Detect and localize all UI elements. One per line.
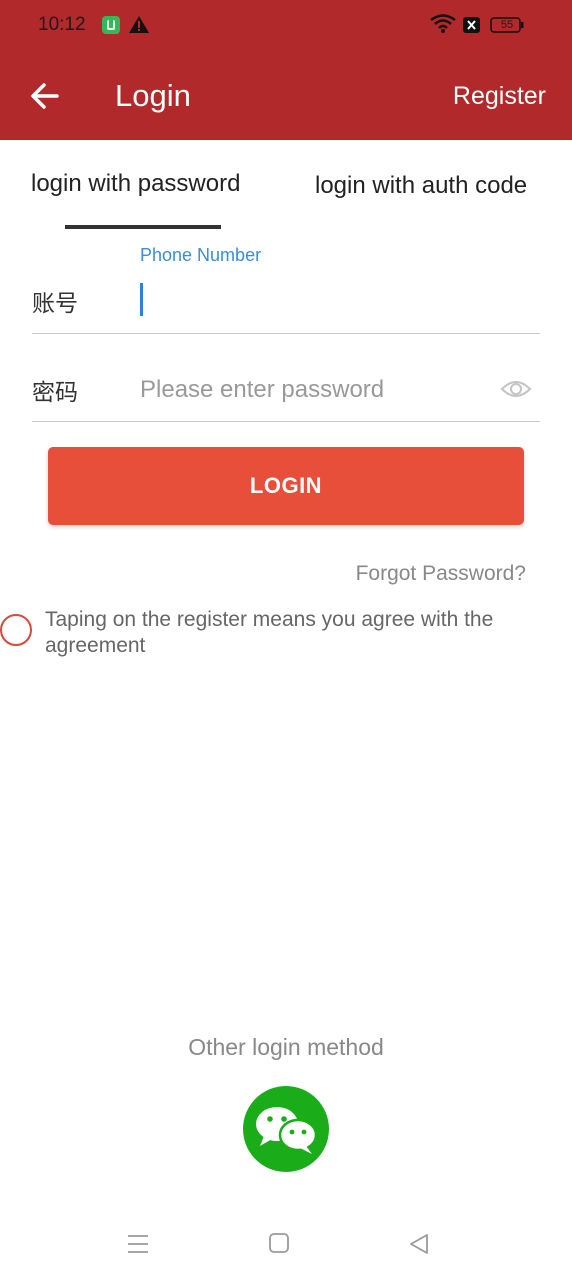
- password-label: 密码: [32, 379, 78, 405]
- arrow-left-icon[interactable]: [30, 82, 60, 110]
- agreement-text: Taping on the register means you agree w…: [45, 608, 494, 657]
- wechat-icon[interactable]: [243, 1086, 329, 1172]
- phone-number-input[interactable]: [146, 276, 526, 322]
- back-triangle-icon[interactable]: [408, 1232, 430, 1256]
- other-login-label: Other login method: [188, 1034, 384, 1060]
- text-cursor: [140, 283, 143, 316]
- app-header: [0, 0, 572, 140]
- agreement-radio[interactable]: [0, 614, 32, 646]
- battery-level: 55: [500, 19, 514, 31]
- phone-floating-label: Phone Number: [140, 245, 262, 265]
- forgot-password-link[interactable]: Forgot Password?: [356, 562, 526, 586]
- login-button[interactable]: LOGIN: [48, 447, 524, 525]
- home-icon[interactable]: [268, 1232, 290, 1254]
- tab-login-with-auth-code[interactable]: login with auth code: [315, 172, 527, 200]
- warning-icon: [129, 16, 149, 33]
- tab-login-with-password[interactable]: login with password: [31, 170, 240, 198]
- password-input[interactable]: [140, 368, 490, 412]
- no-sim-icon: [463, 17, 480, 33]
- account-divider: [32, 333, 540, 334]
- login-button-label: LOGIN: [249, 473, 323, 498]
- app-icon: [102, 16, 120, 34]
- wifi-icon: [430, 14, 456, 33]
- status-time: 10:12: [38, 14, 86, 35]
- eye-icon[interactable]: [500, 377, 532, 401]
- register-button[interactable]: Register: [453, 82, 546, 111]
- menu-icon[interactable]: [126, 1232, 150, 1256]
- password-divider: [32, 421, 540, 422]
- active-tab-indicator: [65, 225, 221, 229]
- page-title: Login: [115, 78, 191, 113]
- account-label: 账号: [32, 290, 78, 316]
